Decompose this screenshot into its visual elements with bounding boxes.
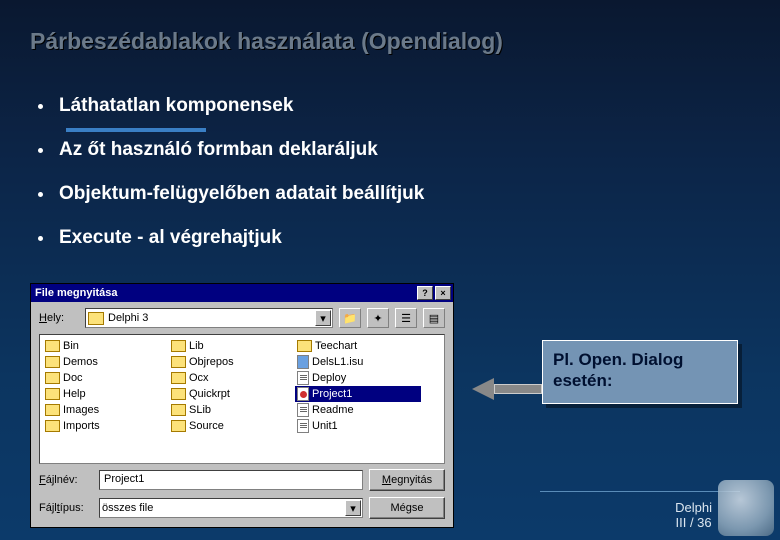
folder-icon [45,356,60,368]
list-item[interactable]: Unit1 [295,418,421,434]
list-view-icon[interactable]: ☰ [395,308,417,328]
list-item[interactable]: Demos [43,354,169,370]
list-item[interactable]: DelsL1.isu [295,354,421,370]
list-item[interactable]: Imports [43,418,169,434]
help-button[interactable]: ? [417,286,433,300]
list-item[interactable]: Quickrpt [169,386,295,402]
look-in-value: Delphi 3 [108,312,148,324]
bullet-item: Execute - al végrehajtjuk [38,227,424,249]
chevron-down-icon[interactable]: ▾ [345,500,361,516]
folder-icon [45,372,60,384]
footer-text: Delphi [675,500,712,515]
footer-text: III / 36 [675,515,712,530]
bullet-text: Execute - al végrehajtjuk [59,227,282,249]
bullet-item: Az őt használó formban deklaráljuk [38,139,424,161]
list-item[interactable]: Lib [169,338,295,354]
details-view-icon[interactable]: ▤ [423,308,445,328]
callout-line: Pl. Open. Dialog [553,349,727,370]
close-button[interactable]: × [435,286,451,300]
list-item[interactable]: Images [43,402,169,418]
arrow-icon [472,378,542,400]
folder-icon [171,420,186,432]
open-button[interactable]: Megnyitás [369,469,445,491]
file-icon [297,371,309,385]
filetype-label: Fájltípus: [39,502,93,514]
folder-icon [171,340,186,352]
list-item[interactable]: Readme [295,402,421,418]
file-icon [297,355,309,369]
list-item[interactable]: Objrepos [169,354,295,370]
open-dialog-window: File megnyitása ? × Hely: Delphi 3 ▾ 📁 ✦… [30,283,454,528]
folder-icon [88,312,104,325]
dialog-toolbar: Hely: Delphi 3 ▾ 📁 ✦ ☰ ▤ [31,302,453,332]
file-list[interactable]: Bin Demos Doc Help Images Imports Lib Ob… [39,334,445,464]
list-item[interactable]: Source [169,418,295,434]
list-item[interactable]: SLib [169,402,295,418]
filename-label: Fájlnév: [39,474,93,486]
title-underline [66,128,206,132]
bullet-text: Láthatatlan komponensek [59,95,293,117]
new-folder-icon[interactable]: ✦ [367,308,389,328]
dialog-title: File megnyitása [35,287,415,299]
folder-icon [45,340,60,352]
up-folder-icon[interactable]: 📁 [339,308,361,328]
list-item[interactable]: Help [43,386,169,402]
list-item[interactable]: Bin [43,338,169,354]
slide-title: Párbeszédablakok használata (Opendialog) [30,28,503,55]
folder-icon [171,388,186,400]
folder-icon [171,356,186,368]
dialog-titlebar[interactable]: File megnyitása ? × [31,284,453,302]
list-item-selected[interactable]: Project1 [295,386,421,402]
list-item[interactable]: Deploy [295,370,421,386]
callout-box: Pl. Open. Dialog esetén: [542,340,738,404]
look-in-label: Hely: [39,312,79,324]
decorative-image [718,480,774,536]
list-item[interactable]: Doc [43,370,169,386]
folder-icon [297,340,312,352]
filetype-combo[interactable]: összes file ▾ [99,498,363,518]
bullet-text: Az őt használó formban deklaráljuk [59,139,378,161]
bullet-list: Láthatatlan komponensek Az őt használó f… [38,95,424,271]
file-icon [297,387,309,401]
file-icon [297,419,309,433]
folder-icon [45,404,60,416]
folder-icon [171,372,186,384]
footer: Delphi III / 36 [675,500,712,530]
bullet-item: Objektum-felügyelőben adatait beállítjuk [38,183,424,205]
file-icon [297,403,309,417]
footer-divider [540,491,740,492]
folder-icon [171,404,186,416]
list-item[interactable]: Teechart [295,338,421,354]
cancel-button[interactable]: Mégse [369,497,445,519]
list-item[interactable]: Ocx [169,370,295,386]
callout-line: esetén: [553,370,727,391]
look-in-combo[interactable]: Delphi 3 ▾ [85,308,333,328]
folder-icon [45,388,60,400]
bullet-text: Objektum-felügyelőben adatait beállítjuk [59,183,424,205]
filetype-value: összes file [102,502,153,514]
folder-icon [45,420,60,432]
chevron-down-icon[interactable]: ▾ [315,310,331,326]
bullet-item: Láthatatlan komponensek [38,95,424,117]
filename-input[interactable]: Project1 [99,470,363,490]
